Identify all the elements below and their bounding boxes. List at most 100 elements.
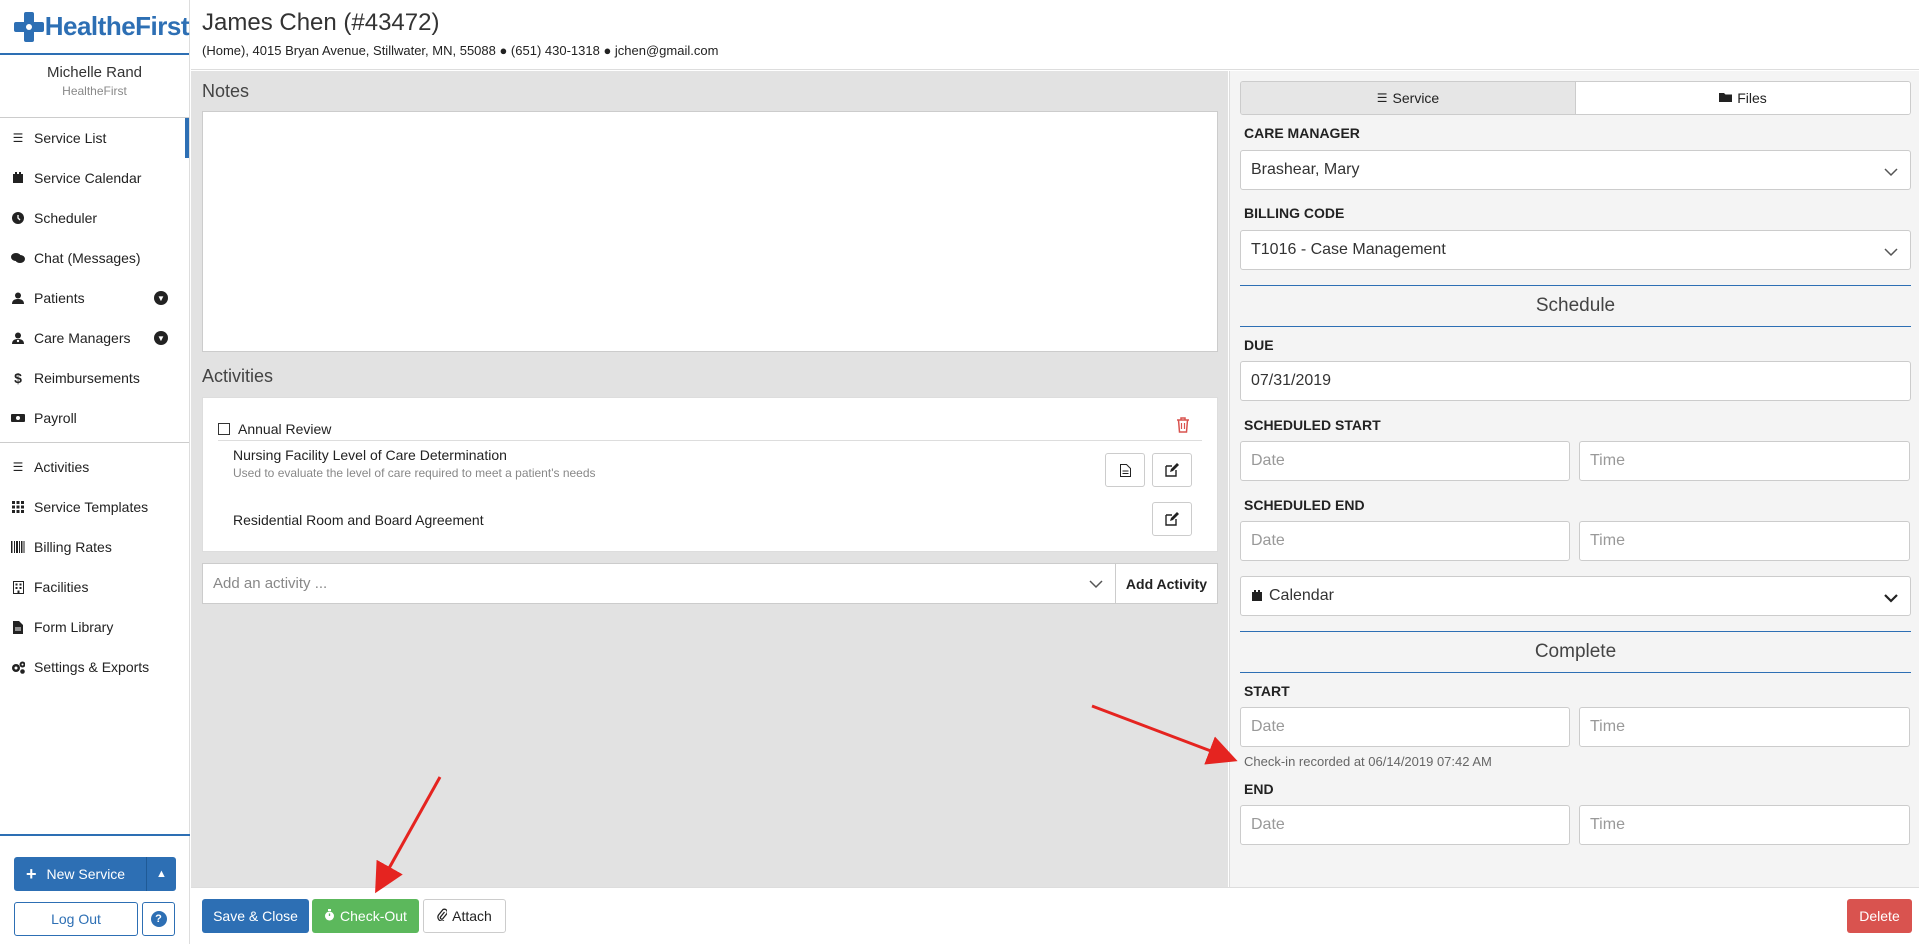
- chevron-down-icon[interactable]: ▼: [154, 331, 168, 345]
- activity-select[interactable]: Add an activity ...: [203, 564, 1115, 603]
- sidebar-item-label: Reimbursements: [34, 370, 140, 386]
- sidebar-item-patients[interactable]: Patients ▼: [0, 278, 189, 318]
- user-name: Michelle Rand: [46, 64, 143, 81]
- building-icon: [11, 580, 25, 594]
- new-service-button[interactable]: + New Service ▲: [14, 857, 176, 891]
- logo-text: HealtheFirst: [44, 11, 190, 41]
- sidebar-item-payroll[interactable]: Payroll: [0, 398, 189, 438]
- edit-activity-button[interactable]: [1152, 453, 1192, 487]
- user-md-icon: [11, 331, 25, 345]
- sidebar-item-label: Facilities: [34, 579, 89, 595]
- trash-icon[interactable]: [1176, 417, 1190, 436]
- schedule-heading: Schedule: [1240, 285, 1911, 327]
- delete-button[interactable]: Delete: [1847, 899, 1912, 933]
- save-close-button[interactable]: Save & Close: [202, 899, 309, 933]
- list-item: Nursing Facility Level of Care Determina…: [233, 447, 1202, 480]
- sidebar-item-label: Scheduler: [34, 210, 98, 226]
- billing-code-select[interactable]: T1016 - Case Management: [1240, 230, 1911, 270]
- logo[interactable]: HealtheFirst: [0, 0, 190, 55]
- plus-icon: +: [26, 863, 37, 884]
- sidebar-item-facilities[interactable]: Facilities: [0, 567, 189, 607]
- check-out-button[interactable]: Check-Out: [312, 899, 419, 933]
- check-out-label: Check-Out: [340, 908, 407, 924]
- sidebar-item-label: Chat (Messages): [34, 250, 141, 266]
- billing-code-value: T1016 - Case Management: [1251, 241, 1446, 258]
- sidebar-item-settings-exports[interactable]: Settings & Exports: [0, 647, 189, 687]
- patient-contact: (Home), 4015 Bryan Avenue, Stillwater, M…: [202, 43, 719, 58]
- chevron-down-icon[interactable]: ▼: [154, 291, 168, 305]
- attach-button[interactable]: Attach: [423, 899, 506, 933]
- notes-heading: Notes: [202, 81, 250, 101]
- start-time-input[interactable]: Time: [1579, 707, 1910, 747]
- main-content: Notes Activities Annual Review Nursing F…: [191, 71, 1228, 887]
- tab-service[interactable]: ☰ Service: [1241, 82, 1576, 114]
- sidebar-item-billing-rates[interactable]: Billing Rates: [0, 527, 189, 567]
- care-manager-select[interactable]: Brashear, Mary: [1240, 150, 1911, 190]
- start-label: START: [1244, 683, 1290, 699]
- sidebar-item-scheduler[interactable]: Scheduler: [0, 198, 189, 238]
- sidebar-footer: + New Service ▲ Log Out ?: [0, 834, 190, 944]
- paperclip-icon: [437, 908, 449, 924]
- money-icon: [11, 411, 25, 425]
- scheduled-end-time[interactable]: Time: [1579, 521, 1910, 561]
- sidebar-item-label: Form Library: [34, 619, 114, 635]
- user-org: HealtheFirst: [62, 84, 127, 98]
- calendar-dropdown[interactable]: Calendar: [1240, 576, 1911, 616]
- service-panel: ☰ Service Files CARE MANAGER Brashear, Ma…: [1229, 71, 1919, 887]
- end-date-input[interactable]: Date: [1240, 805, 1570, 845]
- tab-files[interactable]: Files: [1576, 82, 1910, 114]
- new-service-label: New Service: [46, 866, 126, 882]
- sidebar-item-service-templates[interactable]: Service Templates: [0, 487, 189, 527]
- add-activity-button[interactable]: Add Activity: [1115, 564, 1217, 603]
- tab-label: Service: [1392, 90, 1440, 106]
- sidebar-nav: ☰ Service List Service Calendar Schedule…: [0, 118, 189, 438]
- sidebar-item-service-calendar[interactable]: Service Calendar: [0, 158, 189, 198]
- scheduled-start-date[interactable]: Date: [1240, 441, 1570, 481]
- patient-header: James Chen (#43472) (Home), 4015 Bryan A…: [191, 0, 1919, 70]
- sidebar-item-service-list[interactable]: ☰ Service List: [0, 118, 189, 158]
- end-time-input[interactable]: Time: [1579, 805, 1910, 845]
- care-manager-value: Brashear, Mary: [1251, 161, 1360, 178]
- panel-tabs: ☰ Service Files: [1240, 81, 1911, 115]
- grid-icon: [11, 500, 25, 514]
- chevron-up-icon[interactable]: ▲: [146, 857, 176, 891]
- file-icon: [11, 620, 25, 634]
- sidebar-item-care-managers[interactable]: Care Managers ▼: [0, 318, 189, 358]
- chevron-down-icon: [1884, 244, 1898, 262]
- activity-checkbox[interactable]: [218, 422, 230, 435]
- activity-group: Annual Review: [218, 417, 1202, 441]
- sidebar-item-reimbursements[interactable]: $ Reimbursements: [0, 358, 189, 398]
- logout-button[interactable]: Log Out: [14, 902, 138, 936]
- sidebar-divider: [0, 442, 189, 443]
- sidebar-item-label: Payroll: [34, 410, 77, 426]
- sidebar-item-activities[interactable]: ☰ Activities: [0, 447, 189, 487]
- scheduled-start-time[interactable]: Time: [1579, 441, 1910, 481]
- edit-icon: [1165, 463, 1179, 477]
- chevron-down-icon: [1884, 590, 1898, 608]
- sidebar-item-label: Settings & Exports: [34, 659, 150, 675]
- edit-activity-button[interactable]: [1152, 502, 1192, 536]
- help-button[interactable]: ?: [142, 902, 175, 936]
- sidebar-item-label: Service Templates: [34, 499, 149, 515]
- sidebar-item-chat[interactable]: Chat (Messages): [0, 238, 189, 278]
- calendar-icon: [11, 171, 25, 185]
- start-date-input[interactable]: Date: [1240, 707, 1570, 747]
- scheduled-end-date[interactable]: Date: [1240, 521, 1570, 561]
- activity-group-label: Annual Review: [238, 420, 332, 437]
- care-manager-label: CARE MANAGER: [1244, 125, 1360, 141]
- barcode-icon: [11, 540, 25, 554]
- activity-description: Used to evaluate the level of care requi…: [233, 466, 596, 480]
- logo-icon: [12, 10, 44, 44]
- attach-label: Attach: [452, 908, 492, 924]
- activity-title: Residential Room and Board Agreement: [233, 512, 484, 528]
- sidebar-item-label: Patients: [34, 290, 85, 306]
- due-date-input[interactable]: 07/31/2019: [1240, 361, 1911, 401]
- sidebar-nav-admin: ☰ Activities Service Templates Billing R…: [0, 447, 189, 687]
- tab-label: Files: [1737, 90, 1767, 106]
- sidebar-item-form-library[interactable]: Form Library: [0, 607, 189, 647]
- complete-heading: Complete: [1240, 631, 1911, 673]
- activity-title: Nursing Facility Level of Care Determina…: [233, 447, 507, 463]
- view-form-button[interactable]: [1105, 453, 1145, 487]
- notes-textarea[interactable]: [202, 111, 1218, 352]
- chevron-down-icon: [1884, 164, 1898, 182]
